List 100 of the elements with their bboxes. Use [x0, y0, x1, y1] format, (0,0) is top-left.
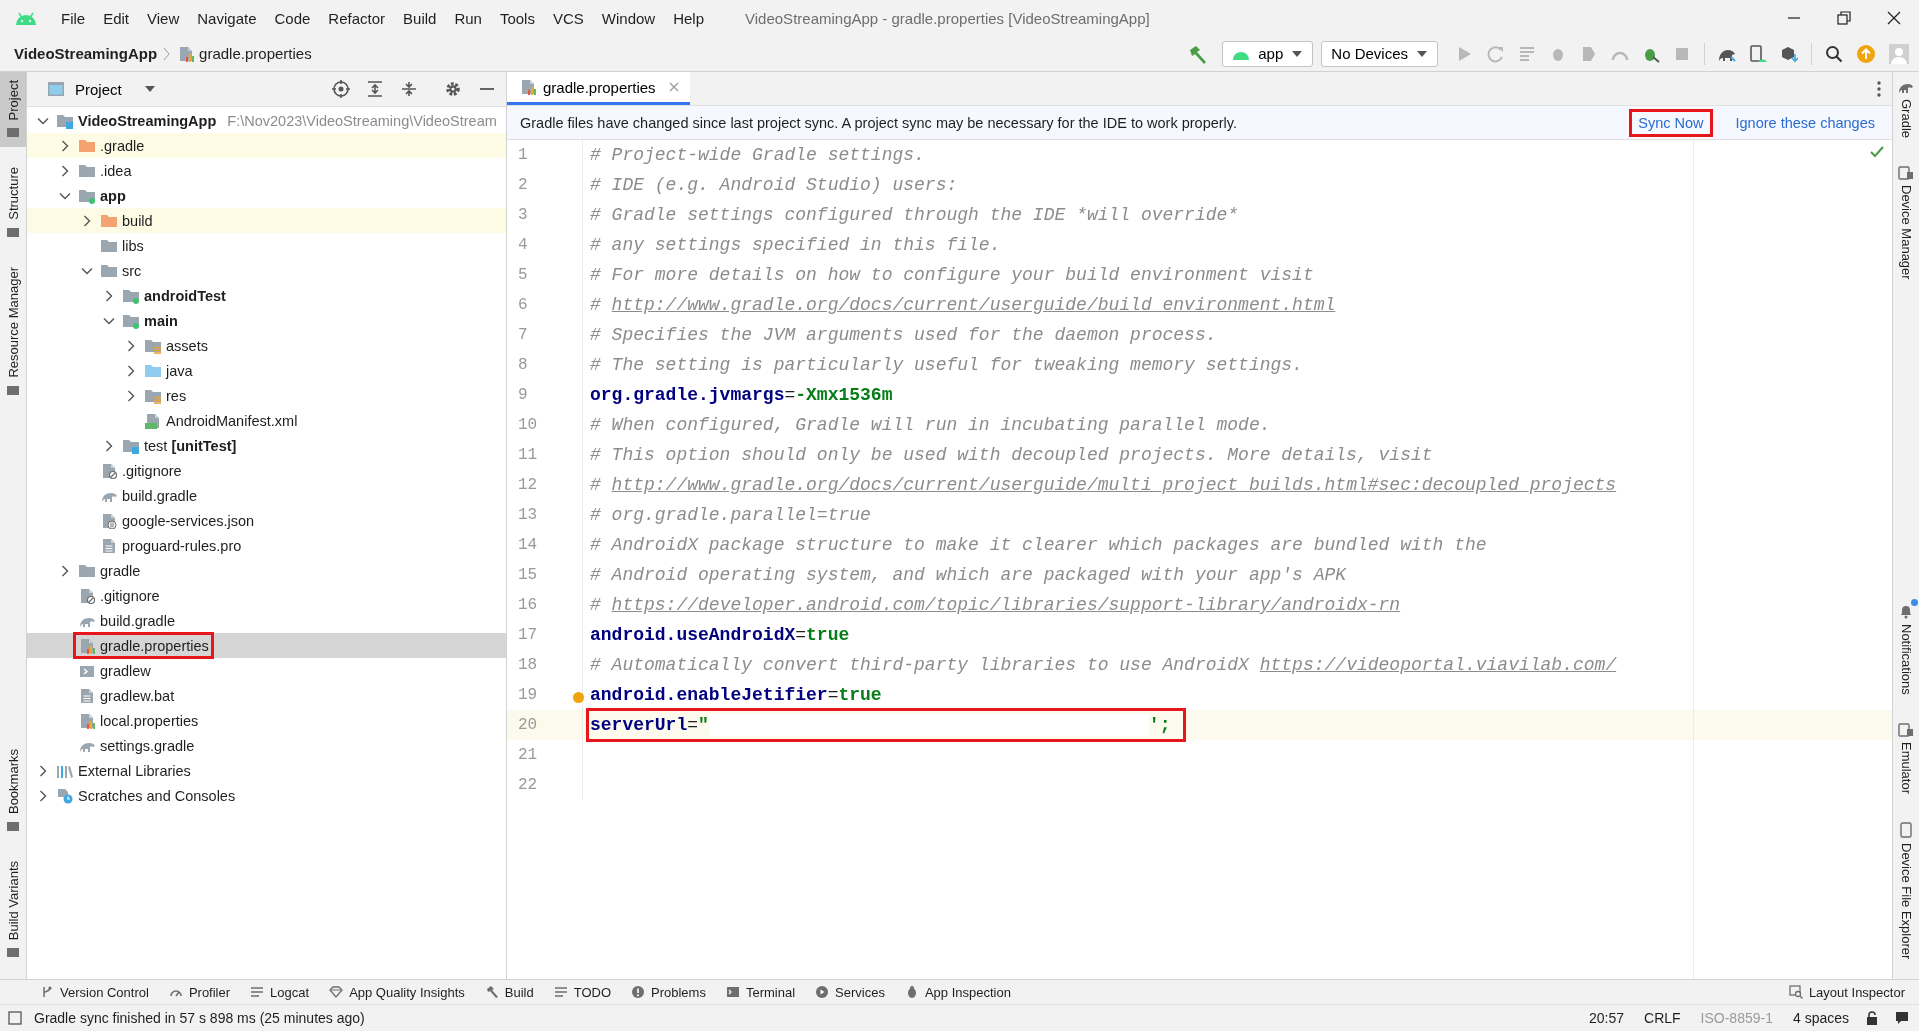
chevron-right-icon[interactable]	[81, 214, 93, 227]
tool-window-button[interactable]: Profiler	[168, 984, 231, 1000]
tool-window-tab[interactable]: Notifications	[1893, 594, 1919, 703]
comment-icon[interactable]	[1895, 1011, 1909, 1025]
breadcrumb[interactable]: gradle.properties	[177, 45, 312, 62]
tool-window-tab[interactable]: Resource Manager	[0, 259, 26, 405]
tool-window-button[interactable]: Version Control	[40, 984, 149, 1000]
code-line: # any settings specified in this file.	[589, 234, 1002, 257]
tree-item[interactable]: build.gradle	[27, 608, 506, 633]
menu-item[interactable]: Help	[664, 9, 714, 27]
tool-window-tab[interactable]: Device File Explorer	[1893, 813, 1919, 967]
code-line: # For more details on how to configure your build environment visit	[589, 264, 1315, 287]
chevron-right-icon[interactable]	[59, 139, 71, 152]
tool-window-button[interactable]: Layout Inspector	[1788, 984, 1905, 1000]
tool-window-tab[interactable]: Device Manager	[1893, 158, 1919, 288]
banner-link[interactable]: Ignore these changes	[1726, 108, 1884, 137]
tree-item[interactable]: test [unitTest]	[27, 433, 506, 458]
tool-window-tab[interactable]: Project	[0, 72, 26, 148]
menu-item[interactable]: Edit	[94, 9, 139, 27]
tree-item[interactable]: gradlew.bat	[27, 683, 506, 708]
chevron-right-icon[interactable]	[37, 764, 49, 777]
tree-item[interactable]: Scratches and Consoles	[27, 783, 506, 808]
tree-item[interactable]: google-services.json	[27, 508, 506, 533]
tool-window-tab[interactable]: Build Variants	[0, 852, 26, 967]
breadcrumb[interactable]: VideoStreamingApp	[14, 45, 158, 62]
lock-icon[interactable]	[1865, 1011, 1879, 1025]
tree-item[interactable]: .idea	[27, 158, 506, 183]
tool-window-tab[interactable]: Gradle	[1893, 72, 1919, 147]
menu-item[interactable]: Refactor	[319, 9, 395, 27]
panel-toggle-icon[interactable]	[8, 1011, 22, 1025]
tool-window-tab[interactable]: Emulator	[1893, 714, 1919, 802]
tree-item[interactable]: build	[27, 208, 506, 233]
tree-item[interactable]: gradle.properties	[27, 633, 506, 658]
settings-icon[interactable]	[444, 80, 462, 98]
tool-window-button[interactable]: App Inspection	[904, 984, 1011, 1000]
tree-item[interactable]: java	[27, 358, 506, 383]
editor-tab[interactable]: gradle.properties	[507, 72, 690, 105]
menu-item[interactable]: File	[52, 9, 95, 27]
menu-item[interactable]: Run	[445, 9, 491, 27]
cube-icon[interactable]	[1780, 44, 1798, 63]
device-dropdown[interactable]: No Devices	[1321, 40, 1438, 67]
menu-item[interactable]: Code	[265, 9, 320, 27]
tree-item[interactable]: src	[27, 258, 506, 283]
tree-item[interactable]: VideoStreamingApp F:\Nov2023\VideoStreaming\VideoStream	[27, 108, 506, 133]
chevron-right-icon[interactable]	[59, 164, 71, 177]
tree-item[interactable]: res	[27, 383, 506, 408]
tool-window-button[interactable]: App Quality Insights	[329, 984, 465, 1000]
tree-item[interactable]: app	[27, 183, 506, 208]
tool-window-button[interactable]: TODO	[553, 984, 611, 1000]
tool-window-tab[interactable]: Structure	[0, 159, 26, 248]
chevron-right-icon[interactable]	[37, 789, 49, 802]
tool-window-tab[interactable]: Bookmarks	[0, 740, 26, 841]
status-item[interactable]: 4 spaces	[1792, 1010, 1849, 1026]
tree-item[interactable]: assets	[27, 333, 506, 358]
close-icon[interactable]	[1887, 11, 1901, 25]
chevron-right-icon[interactable]	[103, 289, 115, 302]
restore-icon[interactable]	[1837, 11, 1851, 25]
tree-item[interactable]: .gitignore	[27, 458, 506, 483]
expand-all-icon[interactable]	[366, 80, 384, 98]
status-item[interactable]: 20:57	[1588, 1010, 1624, 1026]
run-config-dropdown[interactable]: app	[1222, 40, 1314, 67]
panel-title-dropdown[interactable]: Project	[37, 80, 160, 98]
tool-window-button[interactable]: Problems	[631, 984, 706, 1000]
tree-item[interactable]: build.gradle	[27, 483, 506, 508]
tree-item[interactable]: local.properties	[27, 708, 506, 733]
tool-window-button[interactable]: Build	[484, 984, 534, 1000]
tree-item[interactable]: gradle	[27, 558, 506, 583]
tree-item[interactable]: settings.gradle	[27, 733, 506, 758]
menu-item[interactable]: View	[138, 9, 189, 27]
tool-window-button[interactable]: Logcat	[250, 984, 310, 1000]
tree-item[interactable]: AndroidManifest.xml	[27, 408, 506, 433]
menu-item[interactable]: Navigate	[188, 9, 266, 27]
banner-link[interactable]: Sync Now	[1629, 108, 1713, 137]
device-icon[interactable]	[1749, 44, 1767, 63]
hammer-icon[interactable]	[1188, 43, 1209, 64]
chevron-right-icon[interactable]	[125, 364, 137, 377]
tree-item[interactable]: main	[27, 308, 506, 333]
status-item[interactable]: CRLF	[1644, 1010, 1681, 1026]
tree-item[interactable]: libs	[27, 233, 506, 258]
tree-item[interactable]: gradlew	[27, 658, 506, 683]
menu-item[interactable]: VCS	[543, 9, 593, 27]
more-icon[interactable]	[1876, 79, 1882, 98]
chevron-right-icon[interactable]	[125, 339, 137, 352]
chevron-right-icon[interactable]	[103, 439, 115, 452]
tree-item[interactable]: androidTest	[27, 283, 506, 308]
folder-icon	[78, 137, 96, 154]
tree-item[interactable]: proguard-rules.pro	[27, 533, 506, 558]
tree-item[interactable]: External Libraries	[27, 758, 506, 783]
tree-item[interactable]: .gradle	[27, 133, 506, 158]
locate-icon[interactable]	[332, 80, 350, 98]
chevron-right-icon[interactable]	[59, 564, 71, 577]
collapse-all-icon[interactable]	[400, 80, 418, 98]
menu-item[interactable]: Build	[394, 9, 446, 27]
tool-window-button[interactable]: Services	[815, 984, 885, 1000]
search-icon[interactable]	[1825, 44, 1843, 63]
tool-window-button[interactable]: Terminal	[725, 984, 796, 1000]
menu-item[interactable]: Window	[592, 9, 665, 27]
tree-item[interactable]: .gitignore	[27, 583, 506, 608]
chevron-right-icon[interactable]	[125, 389, 137, 402]
menu-item[interactable]: Tools	[490, 9, 544, 27]
